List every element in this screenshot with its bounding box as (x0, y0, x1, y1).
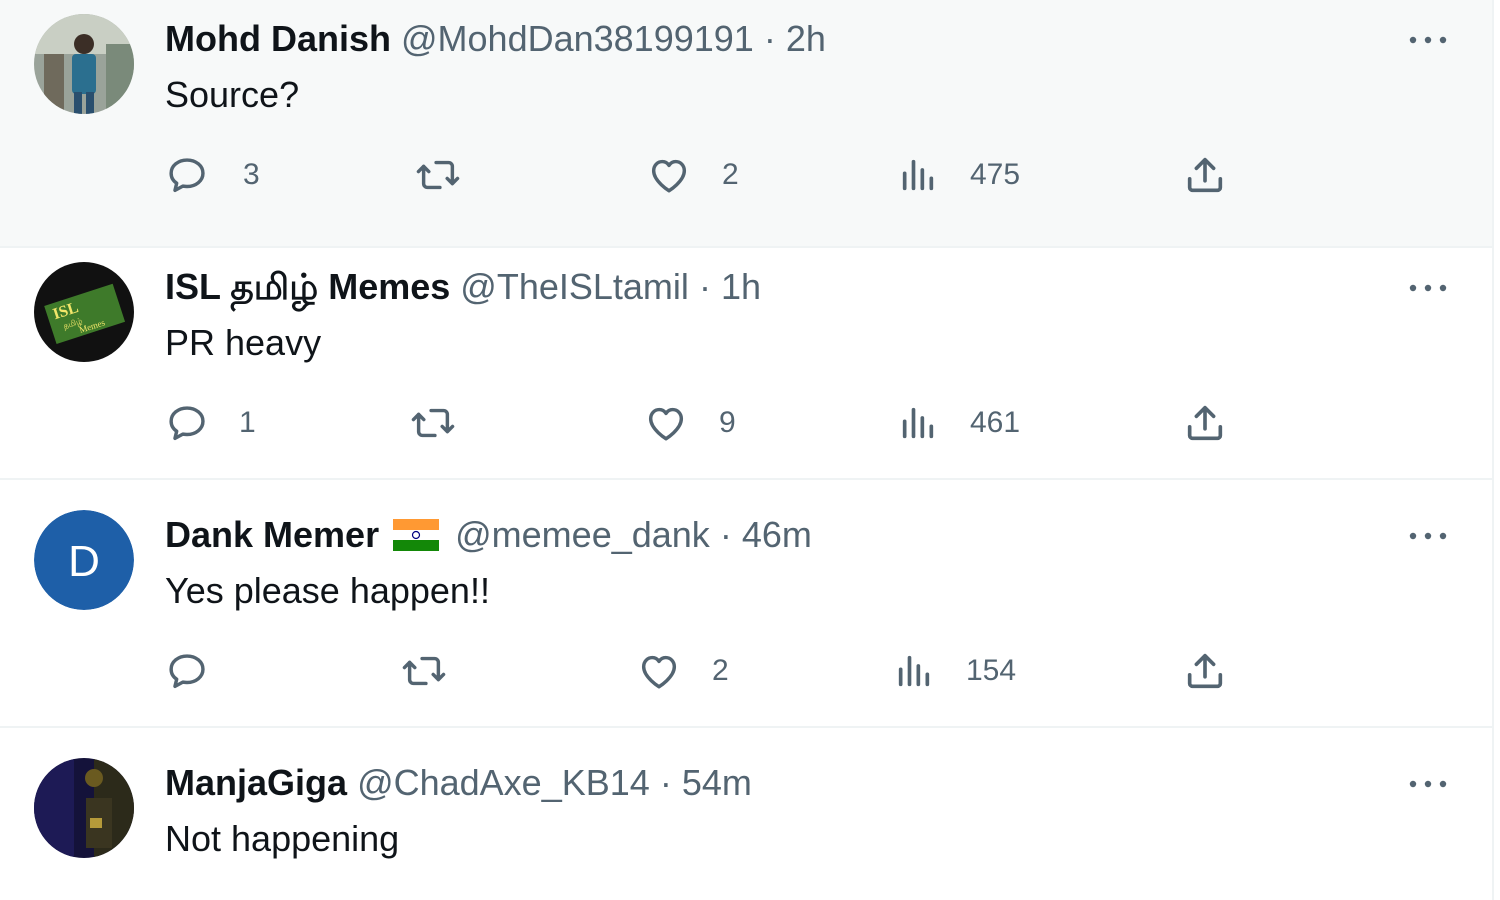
retweet-button[interactable] (400, 646, 448, 696)
avatar[interactable]: ISL தமிழ் Memes (34, 262, 134, 362)
reply-count: 1 (239, 406, 256, 439)
view-count: 461 (970, 406, 1021, 439)
like-count: 9 (719, 406, 736, 439)
display-name[interactable]: ISL தமிழ் Memes (165, 266, 450, 307)
like-button[interactable]: 2 (646, 150, 739, 200)
analytics-bars-icon (902, 159, 934, 191)
dark-photo-avatar-icon (34, 758, 134, 858)
display-name[interactable]: Mohd Danish (165, 18, 391, 59)
reply-icon (169, 158, 205, 193)
view-count: 475 (970, 158, 1021, 191)
avatar-letter: D (68, 537, 100, 586)
like-count: 2 (712, 654, 729, 687)
views-button[interactable]: 475 (898, 150, 1020, 200)
isl-logo-avatar-icon: ISL தமிழ் Memes (34, 262, 134, 362)
timestamp[interactable]: 2h (786, 18, 826, 59)
letter-avatar-icon: D (34, 510, 134, 610)
reply-icon (169, 654, 205, 689)
share-upload-icon (1187, 653, 1223, 689)
tweet-header: Mohd Danish @MohdDan38199191 · 2h (165, 16, 826, 62)
heart-icon (651, 159, 687, 193)
display-name[interactable]: Dank Memer (165, 514, 379, 555)
tweet-header: ManjaGiga @ChadAxe_KB14 · 54m (165, 760, 752, 806)
avatar[interactable] (34, 758, 134, 858)
separator-dot: · (659, 762, 672, 803)
tweet-text: Source? (165, 74, 300, 115)
retweet-icon (402, 656, 446, 686)
heart-icon (641, 655, 677, 689)
reply-button[interactable] (165, 646, 211, 696)
share-button[interactable] (1182, 646, 1228, 696)
tweet-card[interactable]: D Dank Memer @memee_dank · 46m Yes pleas… (0, 480, 1492, 728)
reply-icon (169, 406, 205, 441)
tweet-header: Dank Memer @memee_dank · 46m (165, 512, 812, 558)
replies-feed: Mohd Danish @MohdDan38199191 · 2h Source… (0, 0, 1492, 900)
views-button[interactable]: 154 (894, 646, 1016, 696)
more-horizontal-icon (1409, 532, 1447, 540)
tweet-text: PR heavy (165, 322, 322, 363)
tweet-card[interactable]: ISL தமிழ் Memes ISL தமிழ் Memes @TheISLt… (0, 232, 1492, 480)
like-button[interactable]: 2 (636, 646, 729, 696)
tweet-text: Not happening (165, 818, 400, 859)
retweet-button[interactable] (414, 150, 462, 200)
view-count: 154 (966, 654, 1017, 687)
user-handle[interactable]: @memee_dank (455, 514, 710, 555)
india-flag-icon (393, 519, 440, 551)
analytics-bars-icon (898, 655, 930, 687)
more-options-button[interactable] (1405, 274, 1451, 302)
avatar[interactable] (34, 14, 134, 114)
tweet-text: Yes please happen!! (165, 570, 490, 611)
reply-button[interactable]: 3 (165, 150, 260, 200)
user-handle[interactable]: @ChadAxe_KB14 (357, 762, 650, 803)
more-horizontal-icon (1409, 36, 1447, 44)
timestamp[interactable]: 46m (742, 514, 812, 555)
avatar[interactable]: D (34, 510, 134, 610)
share-button[interactable] (1182, 398, 1228, 448)
more-horizontal-icon (1409, 780, 1447, 788)
analytics-bars-icon (902, 407, 934, 439)
share-upload-icon (1187, 405, 1223, 441)
more-horizontal-icon (1409, 284, 1447, 292)
tweet-header: ISL தமிழ் Memes @TheISLtamil · 1h (165, 264, 761, 310)
tweet-card[interactable]: Mohd Danish @MohdDan38199191 · 2h Source… (0, 0, 1492, 248)
timestamp[interactable]: 54m (682, 762, 752, 803)
tweet-card[interactable]: ManjaGiga @ChadAxe_KB14 · 54m Not happen… (0, 728, 1492, 900)
retweet-icon (411, 408, 455, 438)
reply-count: 3 (243, 158, 260, 191)
separator-dot: · (698, 266, 711, 307)
retweet-icon (416, 160, 460, 190)
like-button[interactable]: 9 (643, 398, 736, 448)
more-options-button[interactable] (1405, 26, 1451, 54)
share-upload-icon (1187, 157, 1223, 193)
views-button[interactable]: 461 (898, 398, 1020, 448)
display-name[interactable]: ManjaGiga (165, 762, 347, 803)
retweet-button[interactable] (409, 398, 457, 448)
more-options-button[interactable] (1405, 770, 1451, 798)
heart-icon (648, 407, 684, 441)
person-photo-avatar-icon (34, 14, 134, 114)
like-count: 2 (722, 158, 739, 191)
share-button[interactable] (1182, 150, 1228, 200)
more-options-button[interactable] (1405, 522, 1451, 550)
separator-dot: · (719, 514, 732, 555)
separator-dot: · (763, 18, 776, 59)
user-handle[interactable]: @TheISLtamil (460, 266, 689, 307)
column-divider (1492, 0, 1494, 900)
timestamp[interactable]: 1h (721, 266, 761, 307)
reply-button[interactable]: 1 (165, 398, 256, 448)
user-handle[interactable]: @MohdDan38199191 (401, 18, 754, 59)
